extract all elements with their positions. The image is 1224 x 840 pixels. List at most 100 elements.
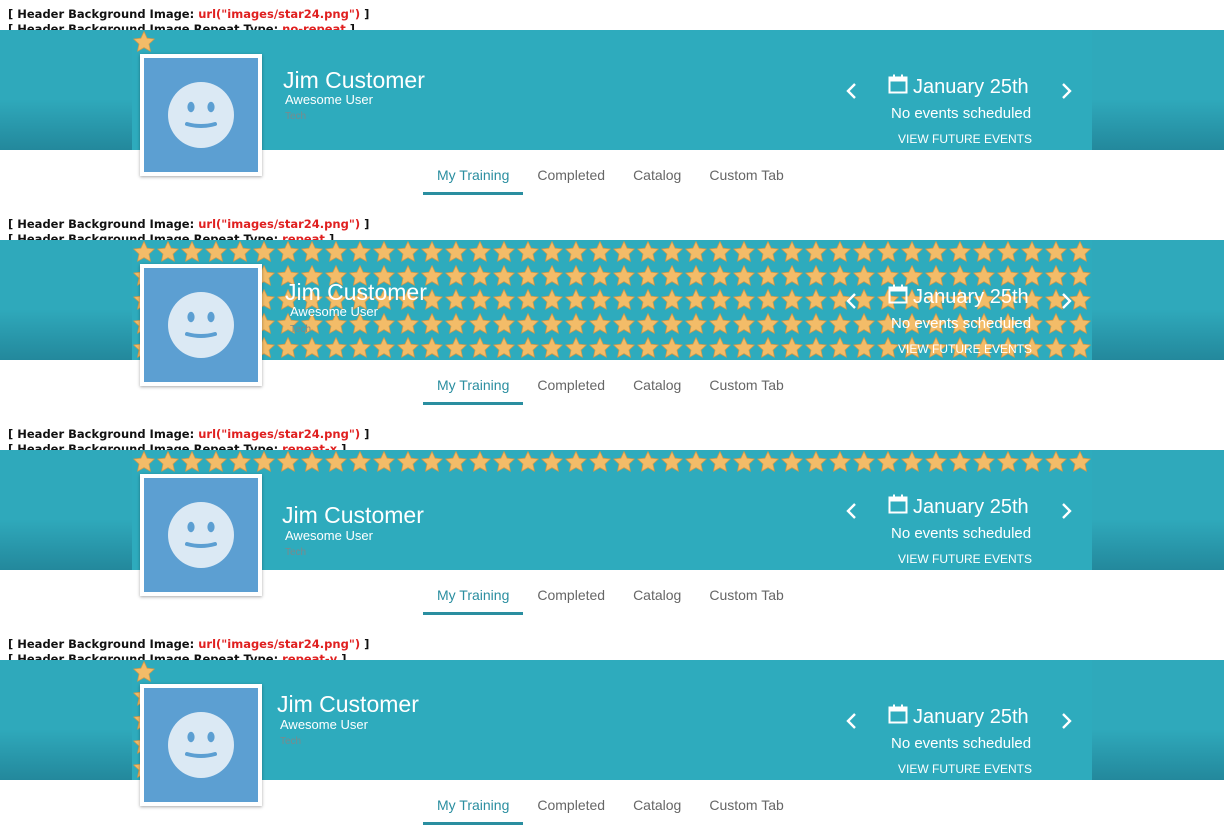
star-icon: [661, 241, 683, 262]
star-icon: [1069, 265, 1091, 286]
chevron-left-icon[interactable]: [842, 710, 862, 732]
smiley-face-icon: [168, 502, 234, 568]
chevron-right-icon[interactable]: [1056, 500, 1076, 522]
star-icon: [805, 265, 827, 286]
star-icon: [277, 241, 299, 262]
view-future-events-link[interactable]: VIEW FUTURE EVENTS: [898, 342, 1032, 356]
tab-my-training[interactable]: My Training: [423, 375, 524, 405]
star-icon: [661, 313, 683, 334]
event-date-text: January 25th: [913, 705, 1029, 728]
tab-catalog[interactable]: Catalog: [619, 165, 695, 192]
star-icon: [1021, 265, 1043, 286]
star-icon: [829, 337, 851, 358]
view-future-events-link[interactable]: VIEW FUTURE EVENTS: [898, 132, 1032, 146]
star-icon: [349, 337, 371, 358]
star-icon: [445, 451, 467, 472]
star-icon: [661, 265, 683, 286]
star-icon: [277, 451, 299, 472]
star-icon: [613, 337, 635, 358]
tab-bar: My Training Completed Catalog Custom Tab: [423, 585, 798, 615]
events-status: No events scheduled: [891, 525, 1032, 542]
star-icon: [493, 451, 515, 472]
star-icon: [541, 313, 563, 334]
chevron-right-icon[interactable]: [1056, 290, 1076, 312]
avatar: [140, 54, 262, 176]
user-department: Tech: [280, 736, 302, 747]
avatar: [140, 474, 262, 596]
star-icon: [733, 289, 755, 310]
tab-catalog[interactable]: Catalog: [619, 375, 695, 402]
star-icon: [877, 265, 899, 286]
star-icon: [565, 451, 587, 472]
star-icon: [733, 337, 755, 358]
star-icon: [685, 289, 707, 310]
star-icon: [133, 241, 155, 262]
chevron-right-icon[interactable]: [1056, 710, 1076, 732]
tab-custom[interactable]: Custom Tab: [695, 165, 797, 192]
tab-completed[interactable]: Completed: [523, 165, 619, 192]
tab-completed[interactable]: Completed: [523, 795, 619, 822]
tab-custom[interactable]: Custom Tab: [695, 375, 797, 402]
star-icon: [613, 289, 635, 310]
star-icon: [1045, 313, 1067, 334]
star-icon: [349, 451, 371, 472]
event-date-text: January 25th: [913, 285, 1029, 308]
bg-image-label: [ Header Background Image: url("images/s…: [8, 7, 370, 21]
star-icon: [781, 313, 803, 334]
view-future-events-link[interactable]: VIEW FUTURE EVENTS: [898, 552, 1032, 566]
tab-catalog[interactable]: Catalog: [619, 795, 695, 822]
star-icon: [445, 337, 467, 358]
tab-custom[interactable]: Custom Tab: [695, 585, 797, 612]
star-icon: [517, 241, 539, 262]
avatar: [140, 264, 262, 386]
star-icon: [517, 337, 539, 358]
star-icon: [853, 313, 875, 334]
smiley-face-icon: [168, 712, 234, 778]
star-icon: [1069, 241, 1091, 262]
chevron-right-icon[interactable]: [1056, 80, 1076, 102]
star-icon: [133, 31, 155, 52]
tab-my-training[interactable]: My Training: [423, 165, 524, 195]
bg-image-label: [ Header Background Image: url("images/s…: [8, 427, 370, 441]
tab-my-training[interactable]: My Training: [423, 795, 524, 825]
star-icon: [1045, 241, 1067, 262]
star-icon: [829, 265, 851, 286]
star-icon: [541, 337, 563, 358]
chevron-left-icon[interactable]: [842, 290, 862, 312]
star-icon: [517, 265, 539, 286]
star-icon: [949, 451, 971, 472]
star-icon: [757, 241, 779, 262]
tab-completed[interactable]: Completed: [523, 585, 619, 612]
tab-custom[interactable]: Custom Tab: [695, 795, 797, 822]
star-icon: [709, 265, 731, 286]
star-icon: [805, 451, 827, 472]
star-icon: [253, 241, 275, 262]
star-icon: [469, 451, 491, 472]
star-icon: [805, 289, 827, 310]
view-future-events-link[interactable]: VIEW FUTURE EVENTS: [898, 762, 1032, 776]
star-icon: [469, 337, 491, 358]
star-icon: [877, 337, 899, 358]
star-icon: [997, 451, 1019, 472]
star-icon: [757, 265, 779, 286]
star-icon: [709, 289, 731, 310]
example-section-no-repeat: [ Header Background Image: url("images/s…: [0, 0, 1224, 210]
star-icon: [253, 451, 275, 472]
event-date: January 25th: [888, 74, 1029, 100]
star-icon: [469, 289, 491, 310]
star-icon: [709, 241, 731, 262]
calendar-icon: [888, 284, 913, 310]
star-icon: [757, 451, 779, 472]
chevron-left-icon[interactable]: [842, 500, 862, 522]
star-icon: [685, 337, 707, 358]
star-icon: [541, 241, 563, 262]
example-section-repeat-y: [ Header Background Image: url("images/s…: [0, 630, 1224, 840]
chevron-left-icon[interactable]: [842, 80, 862, 102]
star-icon: [757, 289, 779, 310]
star-icon: [565, 313, 587, 334]
star-icon: [493, 289, 515, 310]
tab-catalog[interactable]: Catalog: [619, 585, 695, 612]
tab-completed[interactable]: Completed: [523, 375, 619, 402]
star-icon: [517, 313, 539, 334]
tab-my-training[interactable]: My Training: [423, 585, 524, 615]
